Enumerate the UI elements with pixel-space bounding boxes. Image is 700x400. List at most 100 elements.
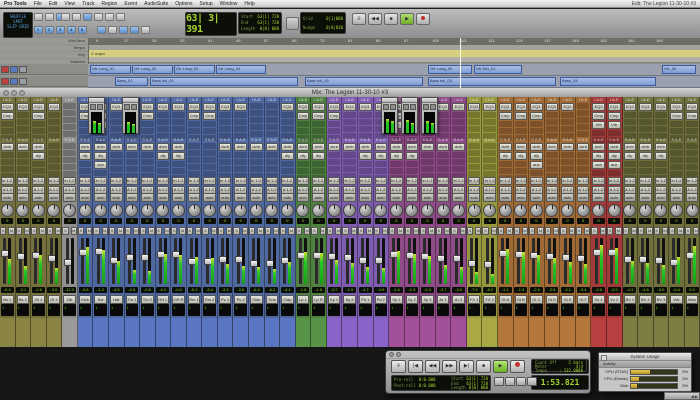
insert-slot[interactable]: [1, 121, 14, 127]
group-id-display[interactable]: 1: [125, 304, 139, 316]
bypass-button[interactable]: [423, 104, 429, 110]
solo-button[interactable]: S: [435, 227, 443, 235]
menu-item-pro-tools[interactable]: Pro Tools: [4, 1, 27, 7]
input-path-button[interactable]: in 1-2: [452, 177, 465, 185]
send-slot[interactable]: [685, 143, 699, 149]
comments-area[interactable]: [93, 318, 108, 347]
send-slot[interactable]: [218, 159, 232, 165]
comments-area[interactable]: [140, 318, 155, 347]
zoom-preset-5[interactable]: 5: [77, 26, 87, 34]
comments-area[interactable]: [326, 318, 342, 347]
send-slot[interactable]: [358, 161, 372, 167]
insert-plugin-button[interactable]: EQ3: [327, 103, 341, 111]
mute-button[interactable]: M: [537, 227, 544, 235]
input-path-button[interactable]: in 1-2: [607, 177, 621, 185]
send-slot[interactable]: [561, 166, 574, 172]
insert-plugin-button[interactable]: Cmp: [203, 112, 216, 120]
track-header[interactable]: [0, 64, 88, 75]
audio-track-lane[interactable]: Gtr Long_01 Gtr Long_02 Gtr Long_03 Gtr Lon…: [88, 64, 700, 76]
count-off-button[interactable]: [516, 377, 526, 386]
insert-slot[interactable]: [109, 126, 123, 132]
pan-knob[interactable]: [483, 204, 497, 217]
plugin-meter-window[interactable]: [421, 97, 438, 134]
automation-mode-button[interactable]: auto read: [1, 193, 14, 202]
insert-slot[interactable]: [654, 126, 668, 132]
scroll-left-icon[interactable]: ◀: [691, 394, 694, 399]
send-slot[interactable]: [250, 159, 263, 165]
send-button[interactable]: aux: [94, 161, 107, 169]
online-button[interactable]: ⌾: [391, 360, 406, 373]
mute-button[interactable]: M: [241, 227, 248, 235]
fader-track[interactable]: [312, 238, 322, 284]
pan-knob[interactable]: [31, 204, 45, 217]
group-id-display[interactable]: 1: [187, 304, 201, 316]
send-button[interactable]: dvrb: [545, 143, 559, 151]
menu-item-view[interactable]: View: [64, 1, 75, 7]
group-id-display[interactable]: 1: [545, 304, 559, 316]
send-slot[interactable]: [639, 161, 652, 167]
send-slot[interactable]: [78, 161, 92, 167]
input-path-button[interactable]: in 1-2: [109, 177, 123, 185]
insert-plugin-button[interactable]: EQ3: [109, 103, 123, 111]
send-button[interactable]: dvrb: [94, 143, 107, 151]
insert-slot[interactable]: [234, 112, 247, 118]
fader-track[interactable]: [1, 238, 11, 284]
input-path-button[interactable]: in 1-2: [172, 177, 185, 185]
group-id-display[interactable]: 1: [592, 304, 605, 316]
solo-button[interactable]: S: [31, 227, 38, 235]
send-button[interactable]: dvrb: [607, 143, 621, 151]
pan-knob[interactable]: [203, 204, 217, 217]
input-path-button[interactable]: in 1-2: [250, 177, 263, 185]
comments-area[interactable]: [544, 318, 560, 347]
insert-slot[interactable]: [250, 117, 263, 123]
zoom-preset-3[interactable]: 3: [55, 26, 65, 34]
insert-slot[interactable]: [654, 119, 668, 125]
transport-roll-display[interactable]: Pre-roll 0:0.000 Post-roll 0:0.000 Start 63…: [391, 375, 491, 391]
mute-button[interactable]: M: [39, 227, 46, 235]
insert-slot[interactable]: [16, 126, 30, 132]
send-slot[interactable]: [250, 152, 263, 158]
insert-slot[interactable]: [265, 117, 279, 123]
insert-slot[interactable]: [343, 119, 356, 125]
comments-area[interactable]: [560, 318, 575, 347]
group-id-display[interactable]: 1: [16, 304, 30, 316]
insert-slot[interactable]: [16, 119, 30, 125]
send-button[interactable]: dvrb: [405, 143, 419, 151]
menu-item-event[interactable]: Event: [124, 1, 137, 7]
send-slot[interactable]: [47, 150, 61, 156]
comments-area[interactable]: [513, 318, 529, 347]
input-path-button[interactable]: in 1-2: [312, 177, 325, 185]
insert-slot[interactable]: [203, 121, 216, 127]
pan-knob[interactable]: [280, 204, 294, 217]
send-slot[interactable]: [203, 164, 216, 170]
insert-slot[interactable]: [576, 103, 590, 109]
audio-region[interactable]: Gtr_06: [662, 65, 696, 74]
send-slot[interactable]: [63, 150, 76, 156]
edit-selection-display[interactable]: Start 63|1| 720 End 63|1| 720 Length 0|0| 0…: [238, 12, 282, 34]
scroll-right-icon[interactable]: ▶: [695, 394, 698, 399]
insert-plugin-button[interactable]: EQ3: [623, 103, 637, 111]
solo-button[interactable]: S: [15, 227, 22, 235]
solo-button[interactable]: S: [404, 227, 411, 235]
fader-track[interactable]: [328, 238, 338, 284]
send-slot[interactable]: [265, 166, 279, 172]
transport-meter-tempo-display[interactable]: Count Off 2 bars Meter 4|4 Tempo ♩ 132.0000: [531, 359, 587, 373]
fader-track[interactable]: [125, 238, 135, 284]
send-slot[interactable]: [109, 159, 123, 165]
insert-plugin-button[interactable]: EQ3: [545, 103, 559, 111]
solo-button[interactable]: S: [280, 227, 287, 235]
send-button[interactable]: dvrb: [234, 143, 247, 151]
automation-mode-button[interactable]: auto read: [452, 193, 465, 202]
fader-track[interactable]: [32, 238, 42, 284]
insert-slot[interactable]: [63, 103, 76, 109]
group-id-display[interactable]: 1: [312, 304, 325, 316]
minimize-button[interactable]: [396, 352, 401, 357]
pan-knob[interactable]: [374, 204, 388, 217]
automation-mode-button[interactable]: auto read: [467, 193, 481, 202]
send-slot[interactable]: [499, 161, 512, 167]
menu-item-track[interactable]: Track: [82, 1, 94, 7]
send-button[interactable]: dly: [296, 152, 310, 160]
insert-slot[interactable]: [436, 126, 450, 132]
input-path-button[interactable]: in 1-2: [545, 177, 559, 185]
mute-button[interactable]: M: [615, 227, 622, 235]
